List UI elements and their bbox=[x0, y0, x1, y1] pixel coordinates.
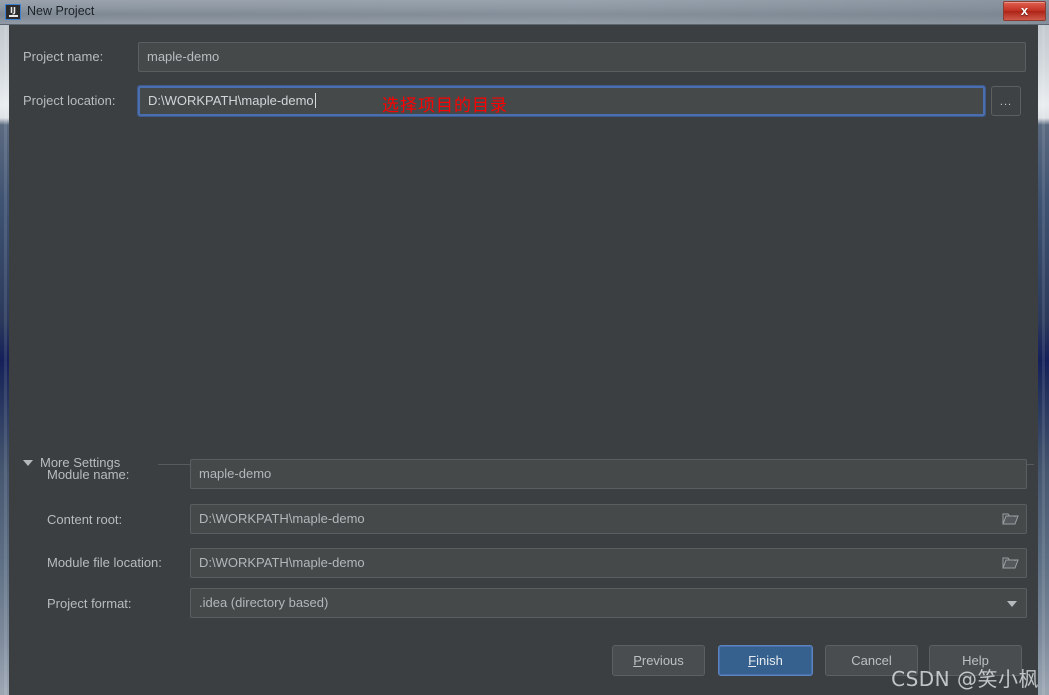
close-icon: x bbox=[1020, 3, 1029, 18]
previous-button[interactable]: Previous bbox=[612, 645, 705, 676]
module-name-input[interactable]: maple-demo bbox=[190, 459, 1027, 489]
folder-icon[interactable] bbox=[1002, 556, 1019, 570]
module-file-location-label: Module file location: bbox=[47, 555, 162, 570]
project-format-label: Project format: bbox=[47, 596, 132, 611]
project-name-label: Project name: bbox=[23, 49, 104, 64]
content-root-label: Content root: bbox=[47, 512, 123, 527]
content-root-input[interactable]: D:\WORKPATH\maple-demo bbox=[190, 504, 1027, 534]
ellipsis-icon: ... bbox=[999, 96, 1013, 108]
project-location-label: Project location: bbox=[23, 93, 116, 108]
titlebar-gradient bbox=[0, 0, 1049, 24]
screen: Select project template ... New Project … bbox=[0, 0, 1049, 695]
project-location-value: D:\WORKPATH\maple-demo bbox=[148, 93, 314, 108]
new-project-dialog: IJ New Project x Project name: maple-dem… bbox=[0, 0, 1049, 695]
chevron-down-icon[interactable] bbox=[1007, 601, 1017, 607]
app-icon-underline bbox=[9, 15, 18, 17]
finish-button[interactable]: Finish bbox=[718, 645, 813, 676]
dialog-titlebar[interactable]: IJ New Project x bbox=[0, 0, 1049, 25]
text-caret bbox=[314, 93, 316, 108]
content-root-value: D:\WORKPATH\maple-demo bbox=[199, 511, 365, 526]
app-icon-text: IJ bbox=[10, 6, 16, 15]
annotation-select-project-directory: 选择项目的目录 bbox=[382, 96, 508, 116]
help-button[interactable]: Help bbox=[929, 645, 1022, 676]
project-location-input[interactable]: D:\WORKPATH\maple-demo bbox=[137, 85, 986, 117]
project-format-select[interactable]: .idea (directory based) bbox=[190, 588, 1027, 618]
project-location-browse-button[interactable]: ... bbox=[991, 86, 1021, 116]
module-file-location-input[interactable]: D:\WORKPATH\maple-demo bbox=[190, 548, 1027, 578]
close-button[interactable]: x bbox=[1003, 1, 1046, 21]
project-format-value: .idea (directory based) bbox=[199, 595, 329, 610]
module-file-location-value: D:\WORKPATH\maple-demo bbox=[199, 555, 365, 570]
project-name-input[interactable]: maple-demo bbox=[138, 42, 1026, 72]
folder-icon[interactable] bbox=[1002, 512, 1019, 526]
cancel-button[interactable]: Cancel bbox=[825, 645, 918, 676]
intellij-idea-icon: IJ bbox=[5, 4, 21, 20]
dialog-body: Project name: maple-demo Project locatio… bbox=[9, 25, 1038, 695]
chevron-down-icon[interactable] bbox=[23, 460, 33, 466]
module-name-label: Module name: bbox=[47, 467, 130, 482]
dialog-title: New Project bbox=[27, 4, 95, 18]
